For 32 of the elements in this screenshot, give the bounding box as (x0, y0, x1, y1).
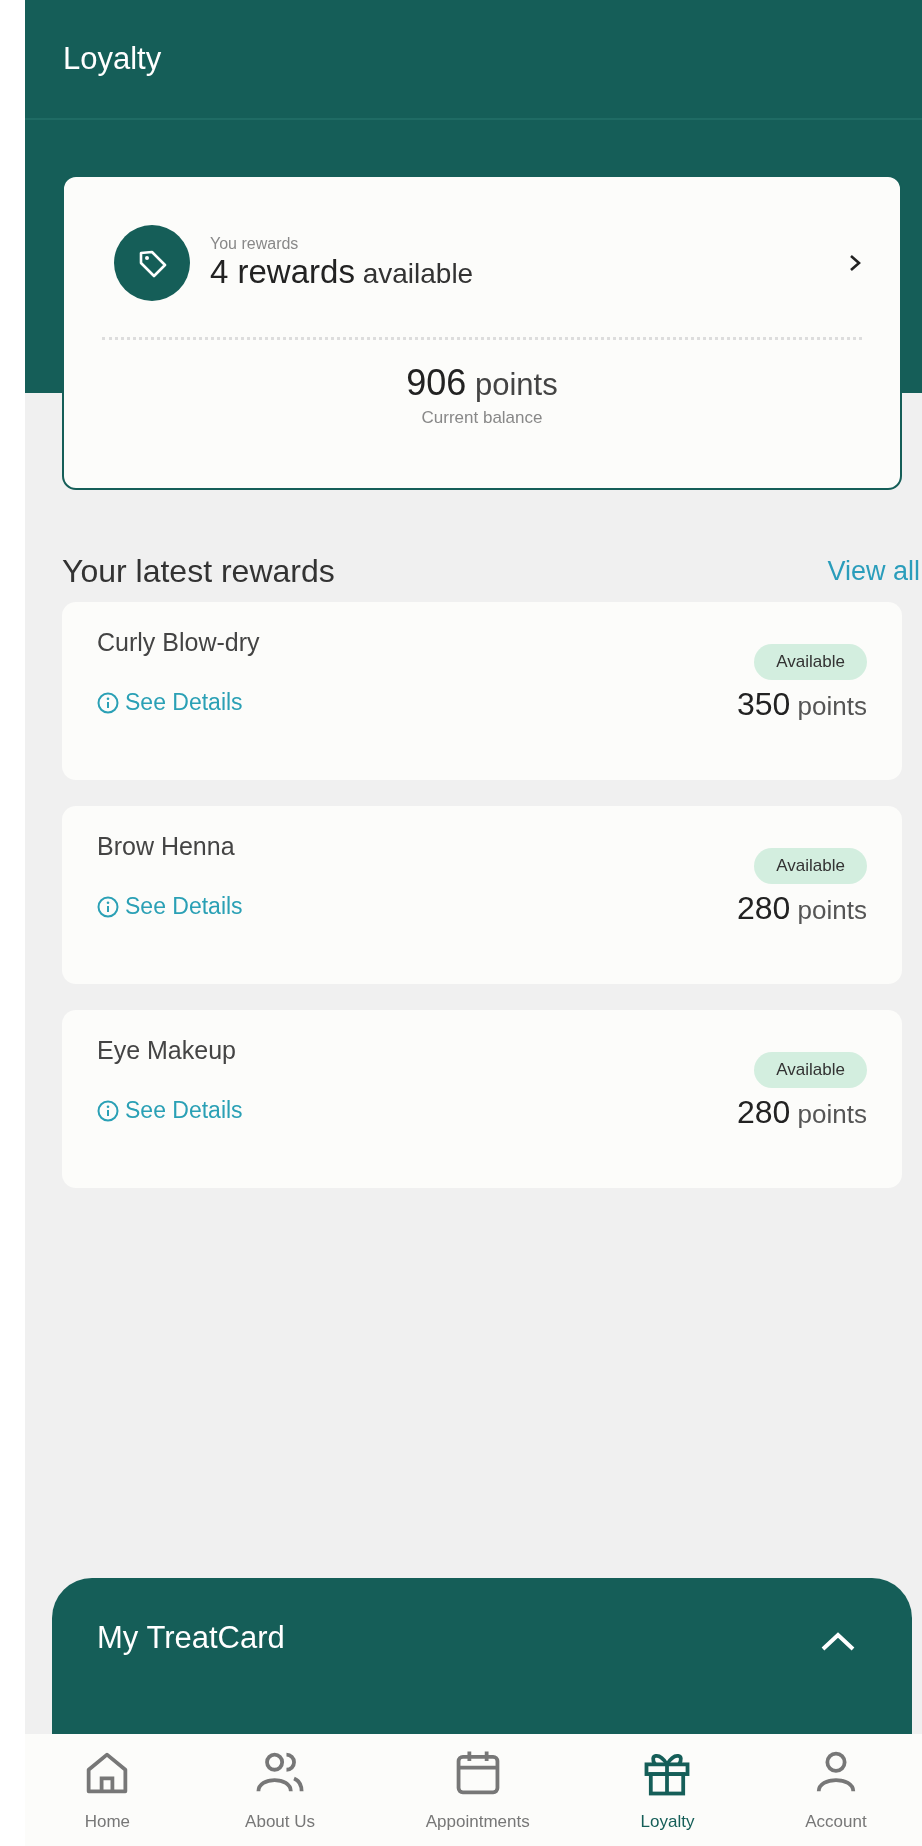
info-icon (97, 1099, 119, 1122)
reward-name: Eye Makeup (97, 1036, 237, 1065)
see-details-link[interactable]: See Details (97, 893, 243, 920)
nav-tab[interactable]: About Us (245, 1746, 316, 1832)
view-all-link[interactable]: View all (827, 555, 920, 587)
rewards-summary-card[interactable]: You rewards 4 rewards available 906 points Current balance (62, 175, 902, 490)
chevron-right-icon[interactable] (848, 253, 862, 273)
nav-tab[interactable]: Home (80, 1746, 135, 1832)
see-details-link[interactable]: See Details (97, 1097, 243, 1124)
reward-points: 280 points (737, 1094, 867, 1131)
reward-points: 280 points (737, 890, 867, 927)
status-badge: Available (754, 644, 867, 680)
treatcard-title: My TreatCard (97, 1620, 285, 1656)
status-badge: Available (754, 848, 867, 884)
section-heading: Your latest rewards (62, 552, 335, 590)
page-title: Loyalty (63, 41, 162, 77)
see-details-link[interactable]: See Details (97, 689, 260, 716)
nav-tab[interactable]: Account (805, 1746, 867, 1832)
tag-icon (114, 225, 190, 301)
info-icon (97, 895, 119, 918)
reward-points: 350 points (737, 686, 867, 723)
chevron-up-icon[interactable] (820, 1630, 856, 1652)
balance-label: Current balance (421, 408, 543, 428)
rewards-available: 4 rewards available (210, 253, 475, 291)
nav-tab[interactable]: Appointments (425, 1746, 530, 1832)
reward-name: Brow Henna (97, 832, 236, 861)
points-balance: 906 points (406, 362, 558, 404)
nav-tab[interactable]: Loyalty (640, 1746, 695, 1832)
status-badge: Available (754, 1052, 867, 1088)
rewards-caption: You rewards (210, 235, 300, 253)
reward-name: Curly Blow-dry (97, 628, 260, 657)
info-icon (97, 691, 119, 714)
